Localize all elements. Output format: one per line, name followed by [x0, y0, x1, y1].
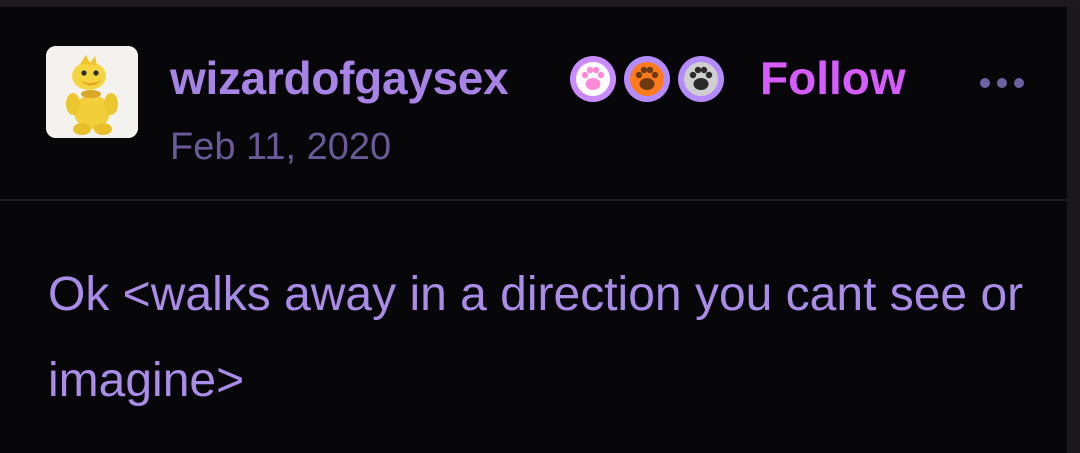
- paw-print-badge-orange[interactable]: [624, 56, 670, 102]
- paw-print-icon: [624, 56, 670, 102]
- author-username[interactable]: wizardofgaysex: [170, 51, 509, 105]
- paw-print-badge-gray[interactable]: [678, 56, 724, 102]
- author-badges: [570, 56, 724, 102]
- post-card: wizardofgaysex Follow Feb 11, 2020 Ok <w…: [0, 0, 1080, 453]
- ellipsis-icon: [997, 78, 1007, 88]
- post-body-text: Ok <walks away in a direction you cant s…: [48, 268, 1024, 407]
- more-options-button[interactable]: [980, 69, 1040, 97]
- scroll-rail[interactable]: [1067, 7, 1080, 453]
- ellipsis-icon: [980, 78, 990, 88]
- post-header: wizardofgaysex Follow Feb 11, 2020: [0, 7, 1067, 199]
- top-edge-strip: [0, 0, 1080, 7]
- paw-print-icon: [570, 56, 616, 102]
- paw-print-icon: [678, 56, 724, 102]
- post-date[interactable]: Feb 11, 2020: [170, 124, 391, 170]
- ellipsis-icon: [1014, 78, 1024, 88]
- author-avatar[interactable]: [46, 46, 138, 138]
- follow-button[interactable]: Follow: [760, 51, 906, 105]
- yellow-plush-frog-avatar-icon: [46, 46, 138, 138]
- paw-print-badge-pink[interactable]: [570, 56, 616, 102]
- header-divider: [0, 199, 1067, 201]
